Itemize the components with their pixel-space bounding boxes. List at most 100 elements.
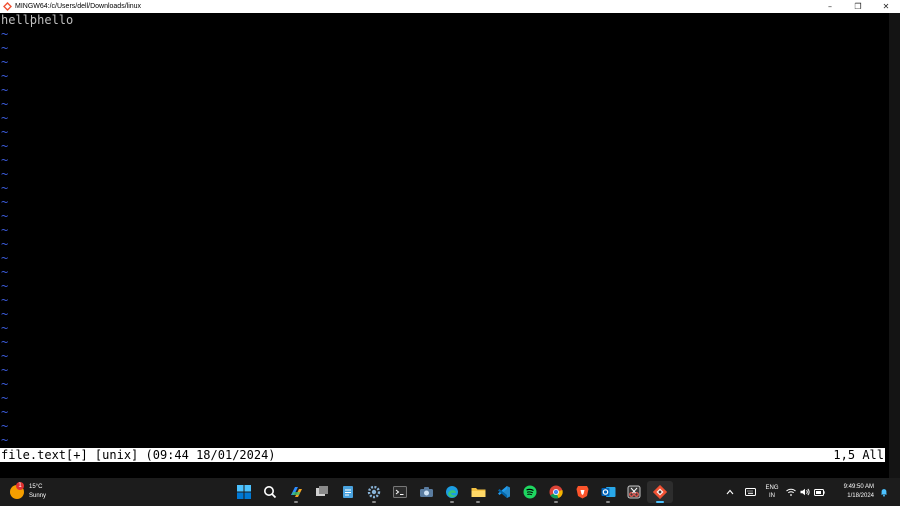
notifications-button[interactable] bbox=[876, 481, 892, 503]
empty-line-tilde: ~ bbox=[1, 181, 9, 195]
snipping-tool-button[interactable] bbox=[621, 481, 647, 503]
empty-line-tilde: ~ bbox=[1, 167, 9, 181]
snipping-tool-icon bbox=[627, 485, 641, 499]
terminal-icon bbox=[393, 486, 407, 498]
empty-line-tilde: ~ bbox=[1, 307, 9, 321]
empty-line-tilde: ~ bbox=[1, 223, 9, 237]
restore-icon: ❐ bbox=[854, 2, 862, 11]
chrome-button[interactable] bbox=[543, 481, 569, 503]
chevron-up-icon bbox=[726, 489, 734, 495]
camera-icon bbox=[419, 487, 433, 497]
running-indicator bbox=[554, 501, 558, 503]
outlook-button[interactable] bbox=[595, 481, 621, 503]
clock[interactable]: 9:49:50 AM 1/18/2024 bbox=[830, 481, 874, 503]
empty-line-tilde: ~ bbox=[1, 83, 9, 97]
empty-line-tilde: ~ bbox=[1, 391, 9, 405]
window-title: MINGW64:/c/Users/dell/Downloads/linux bbox=[15, 3, 142, 10]
minimize-icon: – bbox=[828, 2, 832, 11]
empty-line-tilde: ~ bbox=[1, 69, 9, 83]
brave-icon bbox=[576, 486, 588, 499]
running-indicator bbox=[606, 501, 610, 503]
edge-button[interactable] bbox=[439, 481, 465, 503]
search-icon bbox=[264, 486, 277, 499]
brave-button[interactable] bbox=[569, 481, 595, 503]
close-button[interactable]: ✕ bbox=[872, 0, 900, 13]
start-button[interactable] bbox=[231, 481, 257, 503]
git-bash-icon bbox=[653, 485, 667, 499]
empty-line-tilde: ~ bbox=[1, 55, 9, 69]
empty-line-tilde: ~ bbox=[1, 153, 9, 167]
empty-line-tilde: ~ bbox=[1, 125, 9, 139]
empty-line-tilde: ~ bbox=[1, 405, 9, 419]
running-indicator bbox=[372, 501, 376, 503]
spotify-button[interactable] bbox=[517, 481, 543, 503]
restore-button[interactable]: ❐ bbox=[844, 0, 872, 13]
file-explorer-button[interactable] bbox=[465, 481, 491, 503]
text-cursor bbox=[31, 15, 32, 27]
quick-settings-button[interactable] bbox=[784, 481, 826, 503]
terminal-scrollbar[interactable] bbox=[889, 13, 900, 478]
vscode-button[interactable] bbox=[491, 481, 517, 503]
empty-line-tilde: ~ bbox=[1, 321, 9, 335]
empty-line-tilde: ~ bbox=[1, 97, 9, 111]
language-indicator[interactable]: ENG IN bbox=[760, 481, 784, 503]
gear-icon bbox=[367, 485, 381, 499]
task-view-button[interactable] bbox=[309, 481, 335, 503]
search-button[interactable] bbox=[257, 481, 283, 503]
buffer-line-1: hellohello bbox=[1, 13, 74, 27]
camera-button[interactable] bbox=[413, 481, 439, 503]
empty-line-tilde: ~ bbox=[1, 419, 9, 433]
system-tray: ENG IN 9:49:50 AM 1/18/2024 bbox=[720, 481, 892, 503]
outlook-icon bbox=[601, 487, 615, 497]
notepad-button[interactable] bbox=[335, 481, 361, 503]
empty-line-tilde: ~ bbox=[1, 279, 9, 293]
terminal-button[interactable] bbox=[387, 481, 413, 503]
volume-icon bbox=[800, 488, 810, 496]
chrome-icon bbox=[549, 485, 563, 499]
clock-time: 9:49:50 AM bbox=[843, 484, 874, 490]
sun-icon: 1 bbox=[10, 482, 24, 499]
git-bash-app-icon[interactable] bbox=[2, 2, 12, 12]
show-hidden-icons-button[interactable] bbox=[720, 481, 740, 503]
keyboard-icon bbox=[744, 488, 756, 496]
empty-line-tilde: ~ bbox=[1, 195, 9, 209]
copilot-icon bbox=[290, 487, 302, 497]
empty-line-tilde: ~ bbox=[1, 251, 9, 265]
empty-line-tilde: ~ bbox=[1, 363, 9, 377]
git-bash-button[interactable] bbox=[647, 481, 673, 503]
empty-line-tilde: ~ bbox=[1, 209, 9, 223]
spotify-icon bbox=[523, 485, 537, 499]
keyboard-button[interactable] bbox=[740, 481, 760, 503]
empty-line-tilde: ~ bbox=[1, 293, 9, 307]
empty-line-tilde: ~ bbox=[1, 335, 9, 349]
settings-button[interactable] bbox=[361, 481, 387, 503]
copilot-button[interactable] bbox=[283, 481, 309, 503]
status-file-info: file.text[+] [unix] (09:44 18/01/2024) bbox=[1, 448, 276, 462]
empty-line-tilde: ~ bbox=[1, 265, 9, 279]
clock-date: 1/18/2024 bbox=[847, 493, 874, 499]
language-code: ENG bbox=[765, 485, 779, 491]
running-indicator bbox=[476, 501, 480, 503]
battery-icon bbox=[813, 488, 825, 496]
terminal-area[interactable]: hellohello ~ ~ ~ ~ ~ ~ ~ ~ ~ ~ ~ ~ ~ ~ ~ ~ ~ ~ ~ ~ ~ ~ ~ ~ ~ ~ ~ ~ ~… bbox=[0, 13, 889, 478]
window-title-bar[interactable]: MINGW64:/c/Users/dell/Downloads/linux – … bbox=[0, 0, 900, 13]
empty-line-tilde: ~ bbox=[1, 433, 9, 447]
vim-status-line: file.text[+] [unix] (09:44 18/01/2024) 1… bbox=[0, 448, 885, 462]
empty-line-tilde: ~ bbox=[1, 139, 9, 153]
taskbar: 1 15°C Sunny ENG IN 9:49:50 AM 1/18/2024 bbox=[0, 478, 900, 506]
task-view-icon bbox=[316, 486, 328, 496]
running-indicator bbox=[450, 501, 454, 503]
weather-widget[interactable]: 1 15°C Sunny bbox=[10, 481, 46, 503]
language-region: IN bbox=[769, 493, 775, 499]
empty-line-tilde: ~ bbox=[1, 377, 9, 391]
bell-icon bbox=[881, 488, 887, 497]
minimize-button[interactable]: – bbox=[816, 0, 844, 13]
weather-condition: Sunny bbox=[29, 493, 47, 499]
empty-line-tilde: ~ bbox=[1, 41, 9, 55]
edge-icon bbox=[446, 486, 458, 498]
empty-line-tilde: ~ bbox=[1, 111, 9, 125]
empty-line-tilde: ~ bbox=[1, 349, 9, 363]
taskbar-apps bbox=[231, 481, 673, 503]
running-indicator bbox=[294, 501, 298, 503]
vscode-icon bbox=[498, 486, 510, 498]
